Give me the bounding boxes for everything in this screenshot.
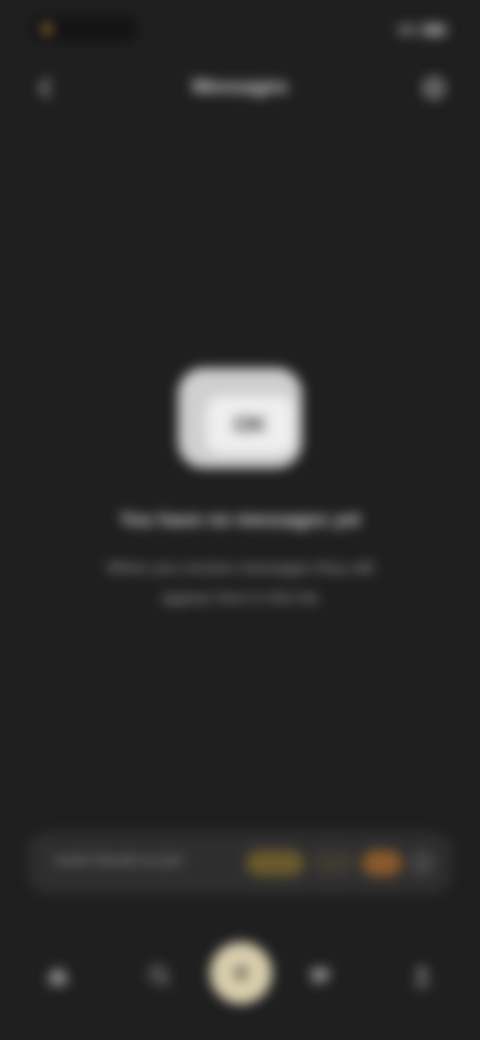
empty-state-title: You have no messages yet bbox=[119, 510, 361, 531]
settings-icon[interactable] bbox=[414, 68, 454, 108]
blurred-screen: Messages OK You have no messages yet Whe… bbox=[0, 0, 480, 1040]
signal-icon bbox=[398, 25, 416, 35]
promo-bar[interactable]: Invite friends to join bbox=[28, 832, 452, 894]
user-icon[interactable] bbox=[398, 952, 446, 1000]
card-front: OK bbox=[206, 396, 294, 454]
promo-text: Invite friends to join bbox=[54, 852, 184, 869]
status-indicators bbox=[346, 20, 446, 40]
status-pill bbox=[30, 16, 138, 42]
header: Messages bbox=[0, 56, 480, 120]
status-bar bbox=[0, 0, 480, 56]
battery-icon bbox=[422, 24, 446, 36]
plus-icon[interactable] bbox=[210, 942, 272, 1004]
home-icon[interactable] bbox=[34, 952, 82, 1000]
search-icon[interactable] bbox=[136, 952, 184, 1000]
chat-icon[interactable] bbox=[296, 952, 344, 1000]
avatar bbox=[246, 850, 304, 876]
avatar bbox=[362, 850, 402, 876]
chat-card-icon: OK bbox=[172, 358, 310, 474]
page-title: Messages bbox=[192, 76, 288, 98]
empty-state-description: When you receive messages they will appe… bbox=[106, 560, 374, 607]
bottom-nav bbox=[0, 930, 480, 1030]
chevron-right-icon bbox=[410, 850, 434, 876]
avatar bbox=[312, 850, 356, 876]
recording-dot-icon bbox=[42, 24, 52, 34]
